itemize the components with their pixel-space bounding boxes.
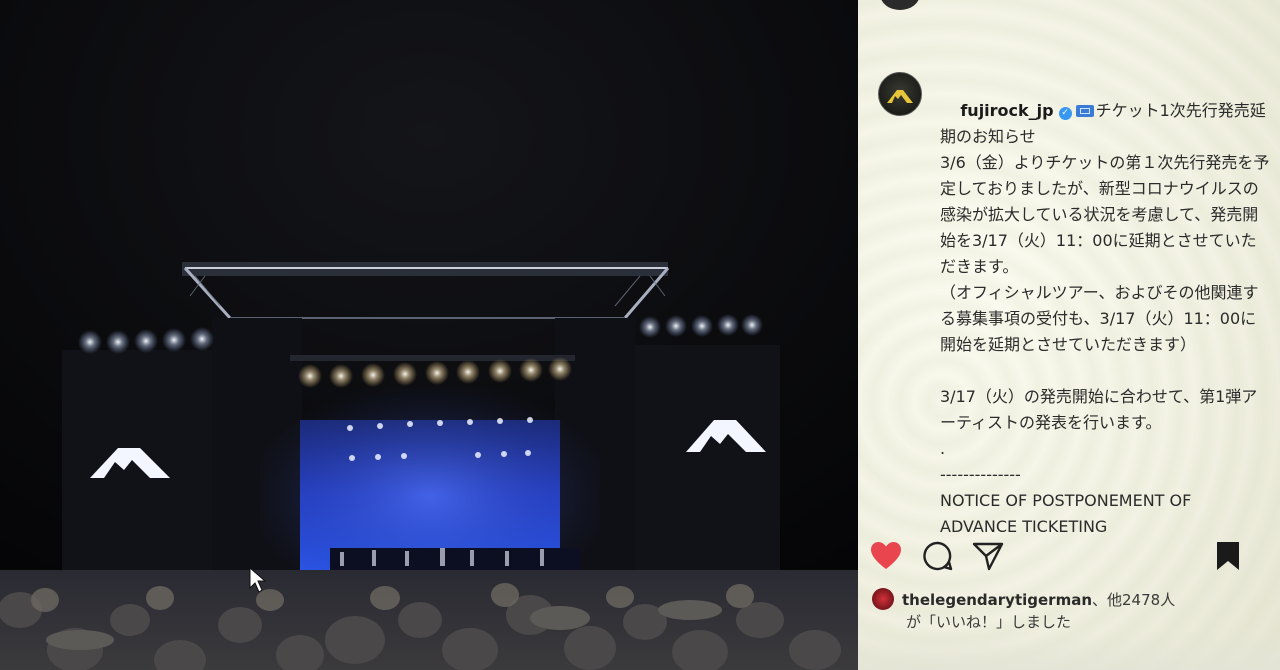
bookmark-icon	[1217, 542, 1239, 570]
avatar[interactable]	[878, 72, 922, 116]
previous-post-avatar	[880, 0, 920, 10]
likes-summary: thelegendarytigerman、他2478人 が「いいね！」しました	[872, 588, 1272, 633]
comment-button[interactable]	[920, 538, 956, 574]
save-button[interactable]	[1210, 538, 1246, 574]
post-username[interactable]: fujirock_jp	[960, 101, 1053, 120]
share-button[interactable]	[970, 538, 1006, 574]
concert-photo	[0, 0, 858, 670]
fujirock-logo-icon	[887, 90, 913, 103]
post-caption: fujirock_jp ✓ チケット1次先行発売延期のお知らせ 3/6（金）よりチケッ…	[940, 72, 1270, 566]
heart-icon	[871, 542, 901, 569]
liker-avatar	[872, 588, 894, 610]
like-button[interactable]	[868, 538, 904, 574]
liker-username[interactable]: thelegendarytigerman	[902, 591, 1092, 609]
ticket-emoji-icon	[1075, 105, 1094, 117]
likes-count[interactable]: 、他2478人	[1092, 591, 1175, 609]
action-bar	[858, 538, 1280, 582]
panel-bottom-fade	[858, 630, 1280, 670]
verified-badge-icon: ✓	[1058, 107, 1072, 120]
comment-icon	[923, 541, 953, 571]
post-panel: fujirock_jp ✓ チケット1次先行発売延期のお知らせ 3/6（金）よりチケッ…	[858, 0, 1280, 670]
share-icon	[972, 542, 1004, 571]
caption-body: 3/6（金）よりチケットの第１次先行発売を予定しておりましたが、新型コロナウイル…	[940, 153, 1270, 536]
